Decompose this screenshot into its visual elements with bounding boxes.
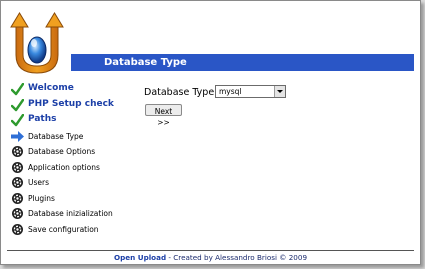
step-paths: Paths	[11, 113, 141, 129]
gear-icon	[12, 192, 23, 204]
step-label: Database inizialization	[28, 209, 113, 218]
step-users: Users	[11, 175, 141, 191]
step-label: Save configuration	[28, 224, 99, 234]
open-upload-logo	[10, 12, 64, 74]
gear-icon	[12, 177, 23, 188]
step-php-setup-check: PHP Setup check	[11, 98, 141, 114]
step-label: Paths	[28, 114, 57, 124]
gear-icon	[12, 146, 23, 157]
step-label: Database Options	[28, 147, 96, 156]
database-type-select[interactable]: mysql	[215, 85, 286, 98]
step-save-configuration: Save configuration	[11, 222, 141, 238]
database-type-label: Database Type:	[144, 87, 218, 98]
step-label: Welcome	[28, 83, 74, 93]
step-label: Application options	[28, 162, 100, 172]
chevron-down-icon[interactable]	[274, 86, 285, 97]
steps-list: Welcome PHP Setup check Paths Database T…	[11, 82, 141, 237]
step-plugins: Plugins	[11, 191, 141, 207]
step-database-options: Database Options	[11, 144, 141, 160]
installer-window: Database Type Welcome PHP Setup check Pa…	[0, 0, 421, 265]
check-icon	[11, 114, 24, 127]
step-label: PHP Setup check	[28, 98, 114, 109]
step-label: Database Type	[28, 131, 84, 141]
next-button[interactable]: Next >>	[145, 104, 182, 127]
step-application-options: Application options	[11, 160, 141, 176]
step-database-type: Database Type	[11, 129, 141, 145]
step-label: Users	[28, 178, 50, 187]
gear-icon	[12, 208, 23, 219]
check-icon	[11, 83, 24, 96]
gear-icon	[12, 161, 23, 173]
step-database-inizialization: Database inizialization	[11, 206, 141, 222]
database-type-value: mysql	[219, 87, 242, 96]
check-icon	[11, 98, 24, 111]
open-upload-link[interactable]: Open Upload	[114, 253, 166, 262]
footer: Open Upload - Created by Alessandro Brio…	[1, 253, 420, 262]
step-welcome: Welcome	[11, 82, 141, 98]
arrow-right-icon	[11, 130, 24, 142]
footer-divider	[7, 250, 414, 251]
page-title: Database Type	[71, 54, 414, 71]
footer-credit: - Created by Alessandro Briosi © 2009	[166, 253, 308, 262]
gear-icon	[12, 223, 23, 235]
step-label: Plugins	[28, 193, 55, 203]
